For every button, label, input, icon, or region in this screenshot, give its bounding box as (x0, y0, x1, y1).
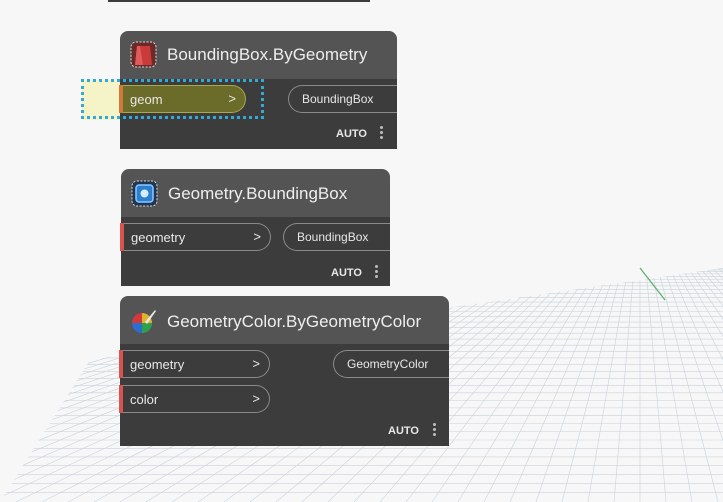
port-label: geometry (131, 230, 186, 245)
port-arrow-icon: > (252, 356, 260, 371)
output-port-geometrycolor[interactable]: GeometryColor (333, 350, 449, 378)
node-title: BoundingBox.ByGeometry (167, 45, 368, 64)
node-header[interactable]: Geometry.BoundingBox (121, 169, 390, 217)
node-header[interactable]: BoundingBox.ByGeometry (120, 31, 397, 79)
port-marker (119, 85, 123, 113)
input-port-geom[interactable]: geom > (119, 85, 246, 113)
lacing-label[interactable]: AUTO (336, 128, 367, 140)
input-port-geometry[interactable]: geometry > (120, 223, 271, 251)
canvas-divider-line (108, 0, 370, 2)
port-marker (119, 385, 123, 413)
node-geometry-boundingbox[interactable]: Geometry.BoundingBox geometry > Bounding… (120, 169, 390, 286)
output-label: BoundingBox (302, 92, 374, 106)
input-port-color[interactable]: color > (119, 385, 270, 413)
kebab-menu-icon[interactable] (433, 423, 437, 438)
port-arrow-icon: > (228, 91, 236, 106)
kebab-menu-icon[interactable] (375, 265, 379, 280)
node-boundingbox-bygeometry[interactable]: BoundingBox.ByGeometry geom > BoundingBo… (119, 31, 397, 149)
output-port-boundingbox[interactable]: BoundingBox (288, 85, 397, 113)
node-body: geometry > color > GeometryColor AUTO (119, 344, 449, 446)
node-body: geom > BoundingBox AUTO (119, 79, 397, 149)
node-body: geometry > BoundingBox AUTO (120, 217, 390, 286)
port-arrow-icon: > (252, 391, 260, 406)
output-label: BoundingBox (297, 230, 369, 244)
lacing-label[interactable]: AUTO (331, 267, 362, 279)
lacing-label[interactable]: AUTO (388, 425, 419, 437)
node-title: Geometry.BoundingBox (168, 184, 348, 203)
kebab-menu-icon[interactable] (380, 126, 384, 141)
bounding-box-by-geometry-icon (130, 41, 157, 68)
port-arrow-icon: > (253, 229, 261, 244)
geometry-color-icon (132, 310, 156, 333)
output-label: GeometryColor (347, 357, 429, 371)
port-marker (119, 350, 123, 378)
port-label: geometry (130, 357, 185, 372)
port-label: color (130, 392, 159, 407)
port-marker (120, 223, 124, 251)
port-label: geom (130, 92, 163, 107)
node-geometrycolor-bygeometrycolor[interactable]: GeometryColor.ByGeometryColor geometry >… (119, 296, 449, 446)
input-port-geometry[interactable]: geometry > (119, 350, 270, 378)
geometry-bounding-box-icon (131, 180, 158, 207)
node-title: GeometryColor.ByGeometryColor (167, 312, 422, 331)
node-header[interactable]: GeometryColor.ByGeometryColor (120, 296, 449, 344)
output-port-boundingbox[interactable]: BoundingBox (283, 223, 390, 251)
